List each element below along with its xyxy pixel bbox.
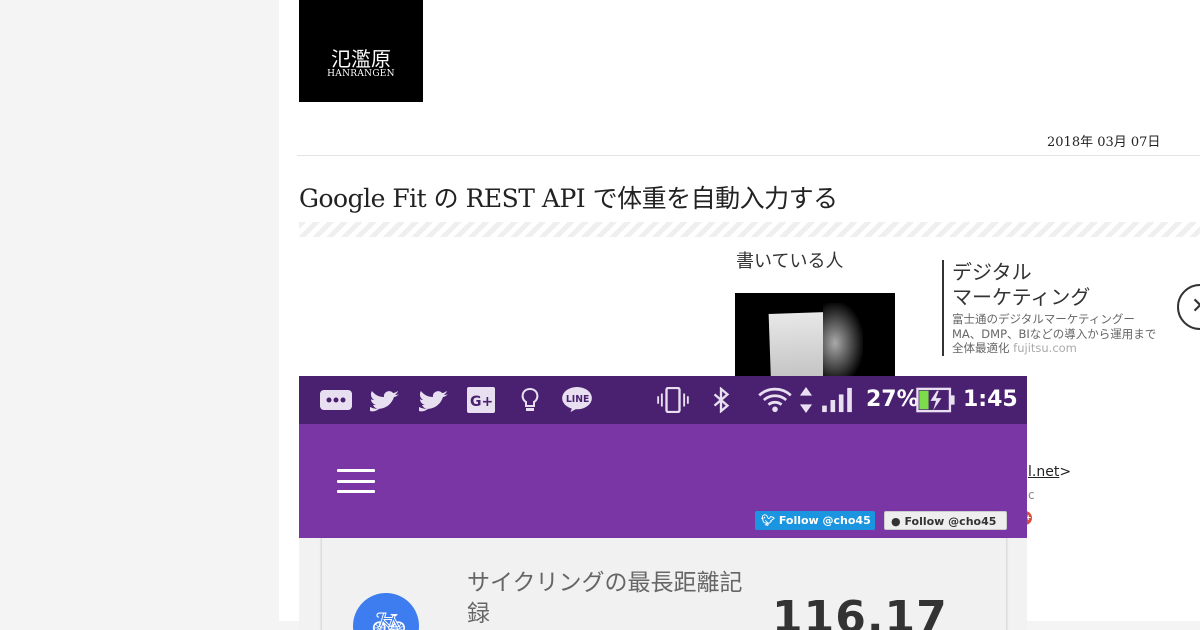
app-toolbar: 🐦︎ Follow @cho45 ● Follow @cho45 — [299, 424, 1027, 538]
ad-domain: fujitsu.com — [1013, 341, 1077, 355]
hamburger-menu-icon[interactable] — [337, 469, 375, 493]
signal-icon — [822, 387, 852, 413]
close-icon: ✕ — [1191, 294, 1200, 319]
line-icon: LINE — [562, 387, 592, 413]
twitter-follow-button[interactable]: 🐦︎ Follow @cho45 — [755, 511, 875, 530]
android-status-bar: G+ LINE 27% 1:45 — [299, 376, 1027, 424]
svg-text:G+: G+ — [470, 394, 493, 410]
clock: 1:45 — [963, 387, 1018, 412]
cycling-icon: 🚲︎ — [353, 593, 419, 630]
battery-charging-icon — [916, 387, 955, 413]
ad-block[interactable]: デジタル マーケティング 富士通のデジタルマーケティングー MA、DMP、BIな… — [942, 260, 1200, 356]
twitter-icon: 🐦︎ — [761, 514, 775, 527]
post-title[interactable]: Google Fit の REST API で体重を自動入力する — [299, 179, 838, 215]
ad-title[interactable]: デジタル マーケティング — [952, 260, 1200, 310]
embedded-phone-screenshot: G+ LINE 27% 1:45 🐦︎ Follow @cho45 ● Foll… — [299, 376, 1027, 630]
partial-text: c — [1028, 488, 1035, 502]
site-logo[interactable]: 氾濫原 HANRANGEN — [299, 0, 423, 102]
twitter-icon — [370, 391, 399, 412]
data-arrows-icon — [799, 387, 813, 413]
record-value: 116.17 — [772, 592, 948, 630]
record-label: サイクリングの最長距離記録 — [467, 570, 743, 627]
post-date: 2018年 03月 07日 — [1047, 135, 1161, 150]
github-follow-button[interactable]: ● Follow @cho45 — [884, 511, 1007, 530]
author-photo — [735, 293, 895, 383]
vibrate-icon — [657, 387, 689, 413]
twitter-icon — [419, 391, 448, 412]
bulb-icon — [521, 388, 539, 411]
decorative-stripes — [299, 222, 1200, 237]
divider — [297, 155, 1200, 156]
github-icon: ● — [891, 515, 901, 528]
logo-kanji: 氾濫原 — [331, 47, 391, 71]
partial-link[interactable]: l.net> — [1028, 464, 1071, 480]
message-icon — [320, 390, 352, 410]
wifi-icon — [758, 387, 792, 413]
logo-latin: HANRANGEN — [327, 69, 395, 79]
bluetooth-icon — [713, 387, 730, 413]
record-card[interactable]: 🚲︎ サイクリングの最長距離記録 116.17 — [321, 538, 1007, 630]
google-plus-icon: G+ — [467, 387, 495, 413]
author-heading: 書いている人 — [736, 251, 844, 272]
battery-percent: 27% — [866, 387, 919, 412]
svg-text:LINE: LINE — [566, 394, 589, 405]
ad-body: 富士通のデジタルマーケティングー MA、DMP、BIなどの導入から運用まで 全体… — [952, 312, 1157, 355]
